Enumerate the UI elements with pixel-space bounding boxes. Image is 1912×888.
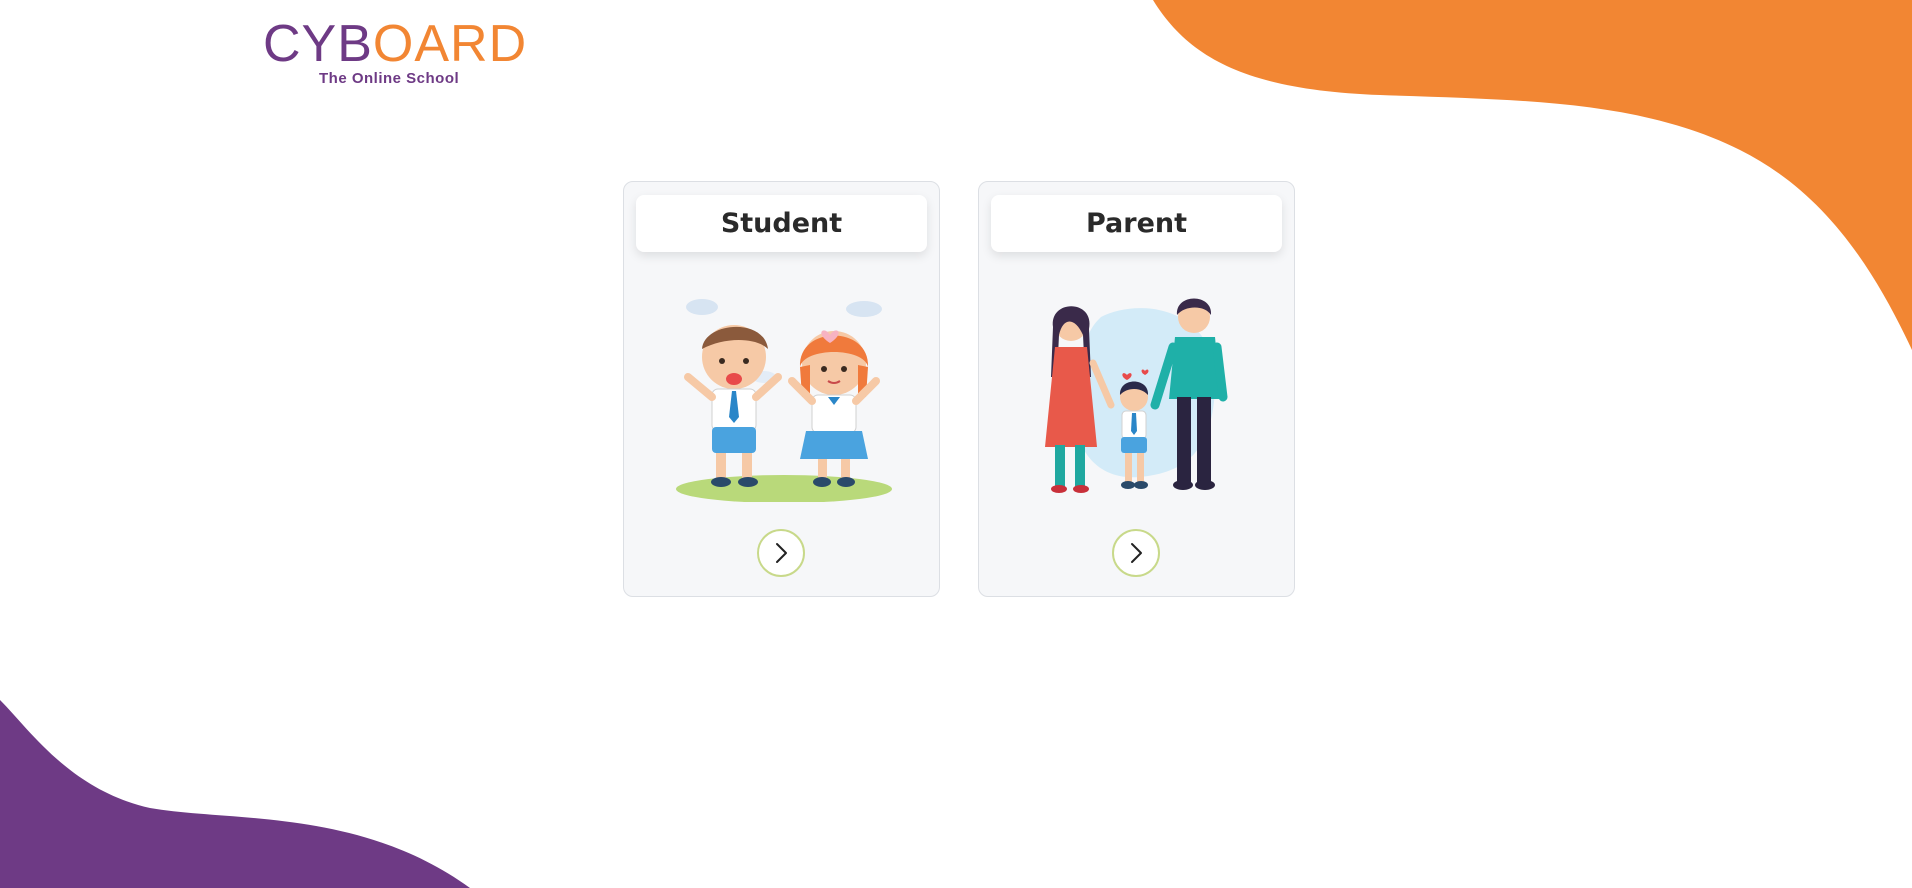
logo-tagline: The Online School (319, 70, 460, 87)
parent-card[interactable]: Parent (978, 181, 1295, 597)
brand-logo[interactable]: CYBOARD The Online School (263, 18, 527, 88)
student-continue-button[interactable] (757, 529, 805, 577)
chevron-right-icon (776, 543, 787, 563)
logo-wordmark-part2: OARD (372, 15, 528, 73)
logo-wordmark: CYBOARD (263, 18, 527, 70)
logo-wordmark-part1: CYB (263, 15, 373, 73)
student-card[interactable]: Student (623, 181, 940, 597)
family-icon (1045, 298, 1228, 493)
parent-card-title: Parent (991, 195, 1282, 252)
students-icon (676, 299, 892, 502)
chevron-right-icon (1131, 543, 1142, 563)
role-cards: Student Parent (623, 181, 1295, 597)
parent-continue-button[interactable] (1112, 529, 1160, 577)
student-card-title: Student (636, 195, 927, 252)
purple-wave-shape (0, 700, 470, 888)
role-selection-page: CYBOARD The Online School Student Parent (0, 0, 1912, 888)
